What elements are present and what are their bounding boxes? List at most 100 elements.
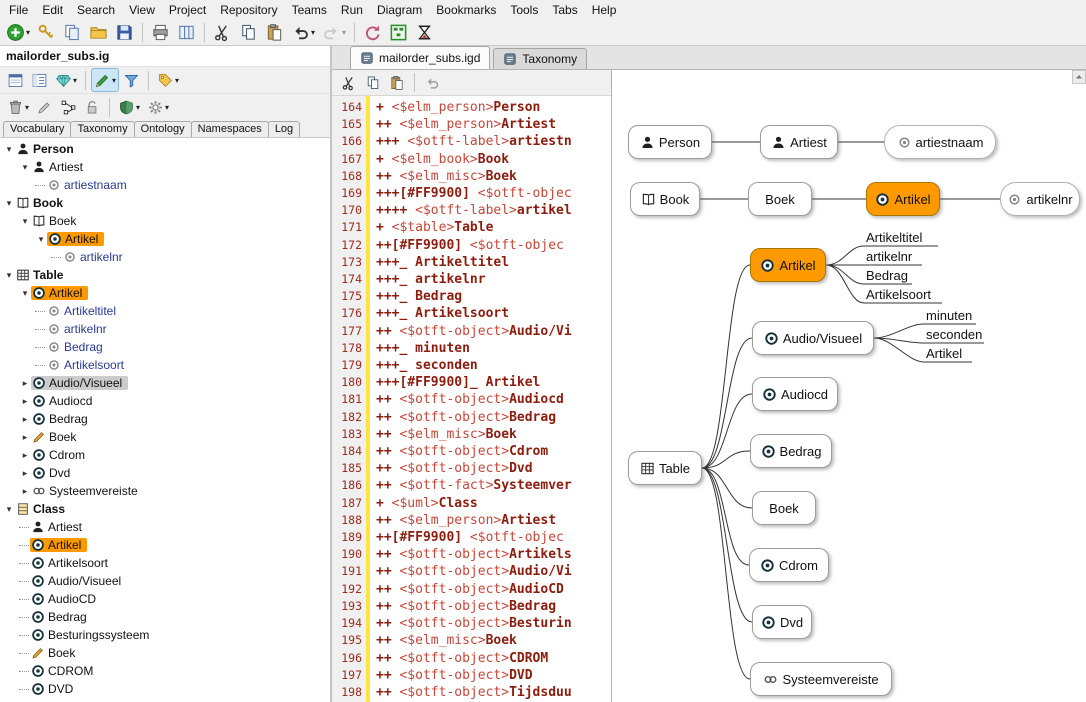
diagram-view-button[interactable] [386, 20, 411, 44]
menu-view[interactable]: View [122, 2, 162, 18]
menu-repository[interactable]: Repository [213, 2, 284, 18]
refresh-button[interactable] [360, 20, 385, 44]
code-line[interactable]: ++ <$otft-object>DVD [376, 667, 611, 684]
code-text[interactable]: + <$elm_person>Person++ <$elm_person>Art… [370, 96, 611, 702]
code-line[interactable]: +++ <$otft-label>artiestn [376, 133, 611, 150]
settings-button[interactable]: ▾ [144, 95, 172, 119]
copy-button[interactable] [236, 20, 261, 44]
collapse-arrow-icon[interactable]: ▾ [19, 288, 31, 299]
diagram-text-artikelnr[interactable]: artikelnr [866, 249, 912, 265]
relation-button[interactable] [57, 95, 80, 119]
tree-item-table[interactable]: ▾Table [0, 266, 330, 284]
tree-item-artikel[interactable]: ▾Artikel [0, 230, 330, 248]
project-tab-ontology[interactable]: Ontology [134, 121, 192, 137]
collapse-arrow-icon[interactable]: ▾ [3, 504, 15, 515]
diagram-node-bedrag[interactable]: Bedrag [750, 434, 832, 468]
tree-item-cdrom[interactable]: ▸Cdrom [0, 446, 330, 464]
diagram-text-seconden[interactable]: seconden [926, 327, 982, 343]
expand-arrow-icon[interactable]: ▸ [19, 396, 31, 407]
tree-item-boek[interactable]: ▸Boek [0, 428, 330, 446]
expand-arrow-icon[interactable]: ▸ [19, 414, 31, 425]
diagram-node-artiestnaam[interactable]: artiestnaam [884, 125, 996, 159]
code-line[interactable]: ++ <$elm_misc>Boek [376, 168, 611, 185]
tree-item-audio-visueel[interactable]: ▸Audio/Visueel [0, 374, 330, 392]
tree-item-besturingssysteem[interactable]: Besturingssysteem [0, 626, 330, 644]
code-line[interactable]: ++ <$otft-object>CDROM [376, 650, 611, 667]
menu-run[interactable]: Run [334, 2, 370, 18]
tree-item-artikel[interactable]: ▾Artikel [0, 284, 330, 302]
project-tab-namespaces[interactable]: Namespaces [191, 121, 269, 137]
diagram-node-boek-top[interactable]: Boek [748, 182, 812, 216]
collapse-arrow-icon[interactable]: ▾ [3, 144, 15, 155]
tree-item-bedrag[interactable]: ▸Bedrag [0, 410, 330, 428]
code-line[interactable]: +++_ artikelnr [376, 271, 611, 288]
diagram-node-book[interactable]: Book [630, 182, 700, 216]
tree-item-audio-visueel[interactable]: Audio/Visueel [0, 572, 330, 590]
open-button[interactable] [86, 20, 111, 44]
diagram-text-artikel[interactable]: Artikel [926, 346, 962, 362]
code-line[interactable]: + <$elm_book>Book [376, 151, 611, 168]
tree-item-bedrag[interactable]: Bedrag [0, 338, 330, 356]
project-tab-taxonomy[interactable]: Taxonomy [70, 121, 134, 137]
expand-arrow-icon[interactable]: ▸ [19, 468, 31, 479]
code-editor[interactable]: 1641651661671681691701711721731741751761… [332, 96, 611, 702]
cut-button[interactable] [210, 20, 235, 44]
editor-tab-taxonomy[interactable]: Taxonomy [493, 48, 587, 69]
code-line[interactable]: + <$table>Table [376, 219, 611, 236]
diagram-node-audiocd[interactable]: Audiocd [752, 377, 838, 411]
tree-item-book[interactable]: ▾Book [0, 194, 330, 212]
tree-item-boek[interactable]: Boek [0, 644, 330, 662]
view-list-button[interactable] [28, 68, 51, 92]
tree-item-class[interactable]: ▾Class [0, 500, 330, 518]
diagram-panel[interactable]: PersonArtiestartiestnaamBookBoekArtikela… [612, 70, 1086, 702]
editor-copy-button[interactable] [362, 71, 384, 95]
delete-button[interactable]: ▾ [4, 95, 32, 119]
redo-button[interactable]: ▾ [319, 20, 349, 44]
tree-item-artikelnr[interactable]: artikelnr [0, 320, 330, 338]
code-line[interactable]: ++ <$otft-object>AudioCD [376, 581, 611, 598]
menu-help[interactable]: Help [585, 2, 624, 18]
tree-item-artikelsoort[interactable]: Artikelsoort [0, 356, 330, 374]
diagram-node-dvd[interactable]: Dvd [752, 605, 812, 639]
tag-button[interactable]: ▾ [154, 68, 182, 92]
menu-tabs[interactable]: Tabs [545, 2, 584, 18]
diagram-node-boek-sub[interactable]: Boek [752, 491, 816, 525]
editor-paste-button[interactable] [386, 71, 408, 95]
rename-button[interactable] [33, 95, 56, 119]
gem-button[interactable]: ▾ [52, 68, 80, 92]
keyring-button[interactable] [34, 20, 59, 44]
expand-arrow-icon[interactable]: ▸ [19, 432, 31, 443]
tree-item-systeemvereiste[interactable]: ▸Systeemvereiste [0, 482, 330, 500]
code-line[interactable]: +++_ Artikelsoort [376, 305, 611, 322]
code-line[interactable]: ++ <$elm_misc>Boek [376, 426, 611, 443]
tree-item-artiestnaam[interactable]: artiestnaam [0, 176, 330, 194]
code-line[interactable]: ++ <$otft-fact>Systeemver [376, 477, 611, 494]
editor-cut-button[interactable] [338, 71, 360, 95]
collapse-arrow-icon[interactable]: ▾ [35, 234, 47, 245]
expand-arrow-icon[interactable]: ▸ [19, 450, 31, 461]
tree-item-artikel[interactable]: Artikel [0, 536, 330, 554]
menu-tools[interactable]: Tools [503, 2, 545, 18]
code-line[interactable]: ++ <$otft-object>Cdrom [376, 443, 611, 460]
expand-arrow-icon[interactable]: ▸ [19, 486, 31, 497]
filter-button[interactable] [120, 68, 143, 92]
code-line[interactable]: ++[#FF9900] <$otft-objec [376, 237, 611, 254]
tree-item-artikeltitel[interactable]: Artikeltitel [0, 302, 330, 320]
code-line[interactable]: ++ <$otft-object>Tijdsduu [376, 684, 611, 701]
menu-project[interactable]: Project [162, 2, 213, 18]
code-line[interactable]: ++ <$otft-object>Audiocd [376, 391, 611, 408]
diagram-node-systeemvereiste[interactable]: Systeemvereiste [750, 662, 892, 696]
code-line[interactable]: ++++ <$otft-label>artikel [376, 202, 611, 219]
menu-edit[interactable]: Edit [35, 2, 70, 18]
view-form-button[interactable] [4, 68, 27, 92]
lock-button[interactable] [81, 95, 104, 119]
diagram-node-artiest[interactable]: Artiest [760, 125, 838, 159]
menu-bookmarks[interactable]: Bookmarks [429, 2, 503, 18]
code-line[interactable]: ++ <$otft-object>Audio/Vi [376, 563, 611, 580]
code-line[interactable]: ++ <$otft-object>Artikels [376, 546, 611, 563]
code-line[interactable]: + <$elm_person>Person [376, 99, 611, 116]
editor-tab-mailorder-subs-igd[interactable]: mailorder_subs.igd [350, 46, 490, 69]
tree-item-person[interactable]: ▾Person [0, 140, 330, 158]
code-line[interactable]: ++ <$otft-object>Bedrag [376, 409, 611, 426]
scroll-up-arrow[interactable] [1072, 70, 1086, 84]
